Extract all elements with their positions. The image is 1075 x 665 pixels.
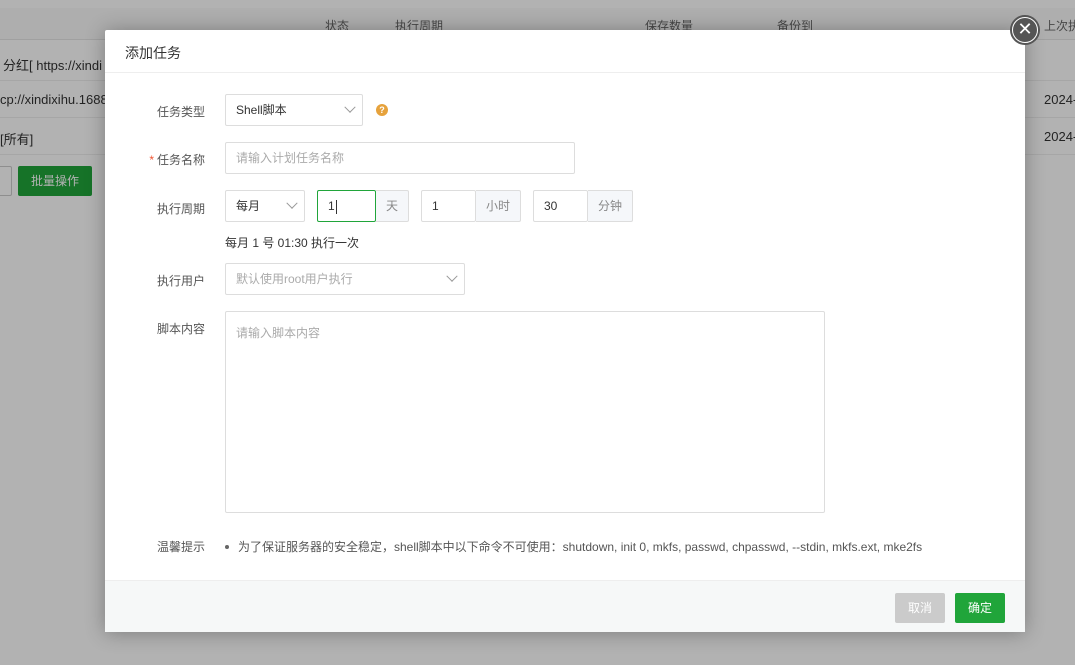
cycle-label: 执行周期	[156, 202, 205, 216]
day-value: 1	[328, 199, 335, 213]
day-unit: 天	[376, 190, 409, 222]
user-select[interactable]: 默认使用root用户执行	[225, 263, 465, 295]
close-icon: ✕	[1013, 18, 1037, 42]
dialog-footer: 取消 确定	[105, 580, 1025, 632]
cycle-summary: 每月 1 号 01:30 执行一次	[225, 236, 360, 250]
task-type-select[interactable]: Shell脚本	[225, 94, 363, 126]
script-textarea[interactable]: 请输入脚本内容	[225, 311, 825, 513]
script-label: 脚本内容	[156, 322, 205, 336]
chevron-down-icon	[344, 101, 356, 113]
day-input[interactable]: 1	[317, 190, 376, 222]
close-button[interactable]: ✕	[1010, 15, 1040, 45]
task-type-value: Shell脚本	[236, 103, 287, 117]
tip-text: 为了保证服务器的安全稳定，shell脚本中以下命令不可使用：shutdown, …	[238, 540, 923, 554]
bullet-icon	[225, 544, 229, 549]
task-name-input[interactable]: 请输入计划任务名称	[225, 142, 575, 174]
task-name-label-text: 任务名称	[156, 153, 205, 167]
confirm-button[interactable]: 确定	[955, 593, 1005, 623]
minute-input[interactable]: 30	[533, 190, 588, 222]
dialog-header: 添加任务	[105, 30, 1025, 73]
hour-input[interactable]: 1	[421, 190, 476, 222]
dialog-title: 添加任务	[125, 45, 181, 61]
period-value: 每月	[236, 199, 261, 213]
text-caret	[335, 199, 337, 214]
minute-unit: 分钟	[588, 190, 633, 222]
tip-text-row: 为了保证服务器的安全稳定，shell脚本中以下命令不可使用：shutdown, …	[225, 538, 922, 555]
period-select[interactable]: 每月	[225, 190, 305, 222]
hour-unit: 小时	[476, 190, 521, 222]
add-task-dialog: 添加任务 任务类型 Shell脚本 ? * 任务名称 请输入计划任务名称 执行周期…	[105, 30, 1025, 632]
question-icon[interactable]: ?	[376, 104, 388, 116]
tip-label: 温馨提示	[156, 540, 205, 554]
user-placeholder: 默认使用root用户执行	[236, 272, 353, 286]
chevron-down-icon	[446, 270, 458, 282]
cancel-button[interactable]: 取消	[895, 593, 945, 623]
task-name-label: * 任务名称	[105, 151, 205, 168]
user-label: 执行用户	[156, 274, 205, 288]
required-mark: *	[149, 153, 154, 167]
task-type-label: 任务类型	[156, 105, 205, 119]
chevron-down-icon	[286, 197, 298, 209]
